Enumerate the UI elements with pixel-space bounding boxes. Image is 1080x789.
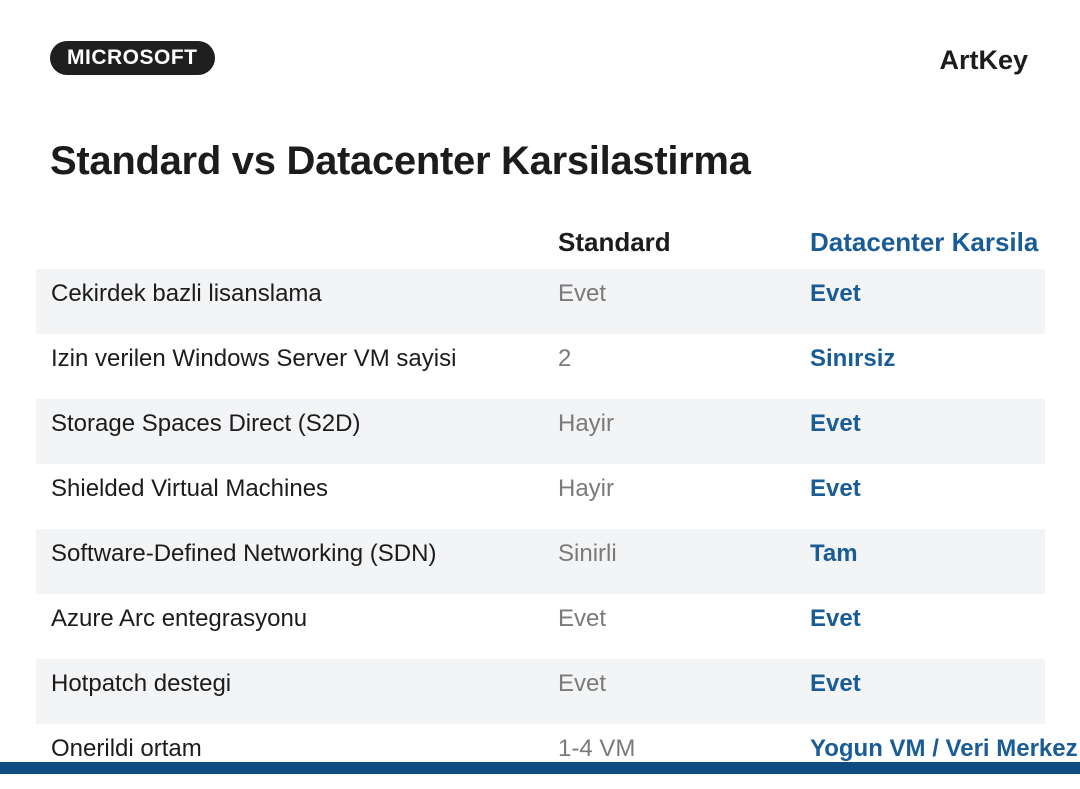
table-row: Shielded Virtual Machines Hayir Evet <box>36 464 1045 529</box>
feature-cell: Shielded Virtual Machines <box>51 475 329 502</box>
datacenter-value-cell: Tam <box>810 540 858 567</box>
standard-value-cell: Hayir <box>558 410 615 437</box>
page-title: Standard vs Datacenter Karsilastirma <box>50 139 751 183</box>
standard-value-cell: Sinirli <box>558 540 617 567</box>
standard-value-cell: 2 <box>558 345 572 372</box>
table-row: Azure Arc entegrasyonu Evet Evet <box>36 594 1045 659</box>
feature-cell: Hotpatch destegi <box>51 670 232 697</box>
brand-logo-text: ArtKey <box>939 45 1028 75</box>
table-row: Hotpatch destegi Evet Evet <box>36 659 1045 724</box>
standard-value-cell: Evet <box>558 280 607 307</box>
datacenter-value-cell: Evet <box>810 670 861 697</box>
feature-cell: Azure Arc entegrasyonu <box>51 605 308 632</box>
comparison-table: Cekirdek bazli lisanslama Evet Evet Izin… <box>36 269 1078 789</box>
column-header-standard: Standard <box>558 227 671 257</box>
datacenter-value-cell: Sinırsiz <box>810 345 896 372</box>
feature-cell: Cekirdek bazli lisanslama <box>51 280 322 307</box>
feature-cell: Izin verilen Windows Server VM sayisi <box>51 345 457 372</box>
datacenter-value-cell: Evet <box>810 280 861 307</box>
table-row: Software-Defined Networking (SDN) Sinirl… <box>36 529 1045 594</box>
table-row: Izin verilen Windows Server VM sayisi 2 … <box>36 334 1045 399</box>
datacenter-value-cell: Evet <box>810 475 861 502</box>
standard-value-cell: Hayir <box>558 475 615 502</box>
datacenter-value-cell: Evet <box>810 410 861 437</box>
table-row: Cekirdek bazli lisanslama Evet Evet <box>36 269 1045 334</box>
footer-accent-bar <box>0 762 1080 774</box>
datacenter-value-cell: Evet <box>810 605 861 632</box>
table-row: Onerildi ortam 1-4 VM Yogun VM / Veri Me… <box>36 724 1078 789</box>
standard-value-cell: Evet <box>558 605 607 632</box>
table-row: Storage Spaces Direct (S2D) Hayir Evet <box>36 399 1045 464</box>
feature-cell: Storage Spaces Direct (S2D) <box>51 410 361 437</box>
standard-value-cell: Evet <box>558 670 607 697</box>
category-badge: MICROSOFT <box>50 41 215 75</box>
feature-cell: Software-Defined Networking (SDN) <box>51 540 437 567</box>
column-header-datacenter: Datacenter Karsila <box>810 227 1039 257</box>
